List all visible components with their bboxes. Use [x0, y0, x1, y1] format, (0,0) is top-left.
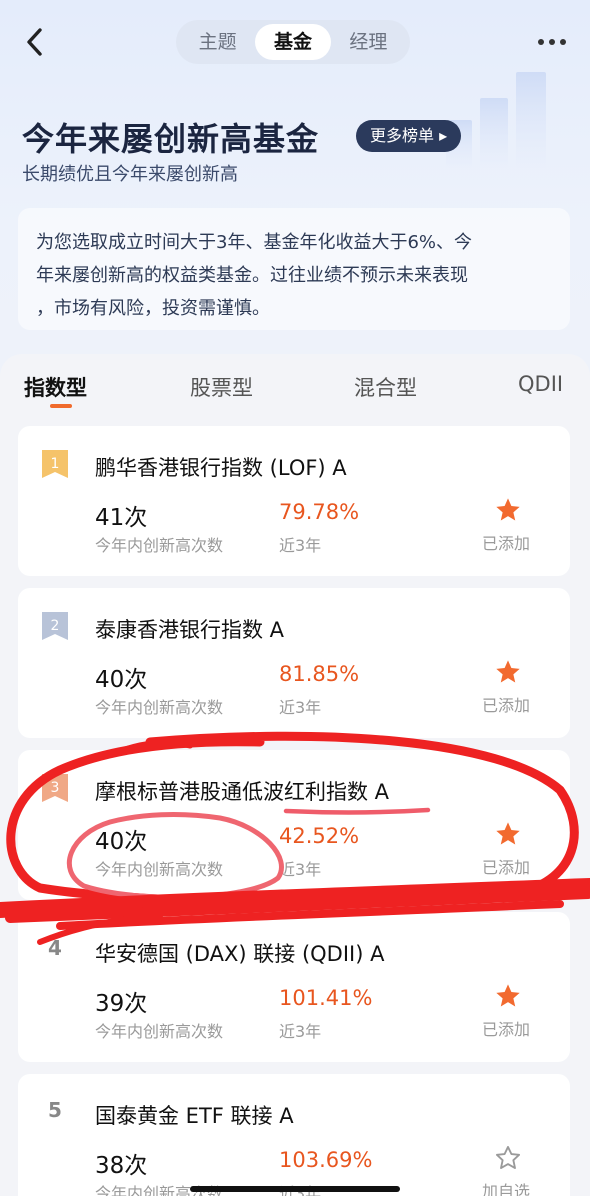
tab-index[interactable]: 指数型	[24, 372, 87, 402]
page-subtitle: 长期绩优且今年来屡创新高	[22, 164, 238, 185]
fund-name: 摩根标普港股通低波红利指数 A	[95, 780, 390, 804]
star-filled-icon[interactable]	[494, 982, 522, 1010]
description-line: 年来屡创新高的权益类基金。过往业绩不预示未来表现	[36, 265, 468, 286]
bar-chart-decoration-icon	[446, 72, 546, 168]
back-icon[interactable]	[20, 26, 52, 58]
page-title: 今年来屡创新高基金	[22, 120, 320, 158]
description-line: 为您选取成立时间大于3年、基金年化收益大于6%、今	[36, 232, 473, 253]
fund-card[interactable]: 5 国泰黄金 ETF 联接 A 38次 今年内创新高次数 103.69% 近3年…	[18, 1074, 570, 1196]
top-segmented-control: 主题 基金 经理	[176, 20, 410, 64]
new-high-count: 39次	[95, 991, 148, 1017]
hero-header: 主题 基金 经理 今年来屡创新高基金 更多榜单 ▸ 长期绩优且今年来屡创新高 为…	[0, 0, 590, 380]
new-high-count: 40次	[95, 829, 148, 855]
star-outline-icon[interactable]	[494, 1144, 522, 1172]
description-box: 为您选取成立时间大于3年、基金年化收益大于6%、今 年来屡创新高的权益类基金。过…	[18, 208, 570, 330]
return-period-label: 近3年	[279, 698, 322, 717]
medal-rank: 1	[51, 456, 60, 472]
silver-medal-icon: 2	[42, 612, 68, 640]
return-value: 101.41%	[279, 986, 373, 1010]
description-line: ，市场有风险，投资需谨慎。	[36, 298, 270, 319]
fund-card[interactable]: 2 泰康香港银行指数 A 40次 今年内创新高次数 81.85% 近3年 已添加	[18, 588, 570, 738]
return-value: 42.52%	[279, 824, 360, 848]
more-dots-icon[interactable]	[538, 32, 572, 52]
return-period-label: 近3年	[279, 536, 322, 555]
star-filled-icon[interactable]	[494, 820, 522, 848]
new-high-count: 40次	[95, 667, 148, 693]
rank-number: 5	[48, 1098, 62, 1122]
medal-rank: 3	[51, 780, 60, 796]
return-value: 103.69%	[279, 1148, 373, 1172]
return-value: 81.85%	[279, 662, 360, 686]
new-high-count-label: 今年内创新高次数	[95, 536, 224, 555]
new-high-count-label: 今年内创新高次数	[95, 698, 224, 717]
watchlist-status[interactable]: 加自选	[482, 1178, 530, 1196]
gold-medal-icon: 1	[42, 450, 68, 478]
tab-mixed[interactable]: 混合型	[354, 372, 417, 402]
more-rankings-button[interactable]: 更多榜单 ▸	[356, 120, 462, 152]
watchlist-status[interactable]: 已添加	[482, 692, 530, 716]
new-high-count-label: 今年内创新高次数	[95, 860, 224, 879]
bronze-medal-icon: 3	[42, 774, 68, 802]
watchlist-status[interactable]: 已添加	[482, 530, 530, 554]
return-period-label: 近3年	[279, 1022, 322, 1041]
home-indicator[interactable]	[190, 1186, 400, 1192]
fund-card[interactable]: 4 华安德国 (DAX) 联接 (QDII) A 39次 今年内创新高次数 10…	[18, 912, 570, 1062]
rank-number: 4	[48, 936, 62, 960]
tab-stock[interactable]: 股票型	[190, 372, 253, 402]
new-high-count-label: 今年内创新高次数	[95, 1022, 224, 1041]
star-filled-icon[interactable]	[494, 658, 522, 686]
new-high-count: 38次	[95, 1153, 148, 1179]
star-filled-icon[interactable]	[494, 496, 522, 524]
tab-fund[interactable]: 基金	[255, 24, 331, 60]
tab-manager[interactable]: 经理	[331, 24, 406, 60]
new-high-count: 41次	[95, 505, 148, 531]
fund-name: 华安德国 (DAX) 联接 (QDII) A	[95, 942, 385, 966]
tab-theme[interactable]: 主题	[180, 24, 255, 60]
fund-name: 鹏华香港银行指数 (LOF) A	[95, 456, 347, 480]
fund-card[interactable]: 3 摩根标普港股通低波红利指数 A 40次 今年内创新高次数 42.52% 近3…	[18, 750, 570, 900]
tab-qdii[interactable]: QDII	[518, 372, 563, 396]
fund-list-sheet: 指数型 股票型 混合型 QDII 1 鹏华香港银行指数 (LOF) A 41次 …	[0, 354, 590, 1196]
return-period-label: 近3年	[279, 860, 322, 879]
return-value: 79.78%	[279, 500, 360, 524]
fund-name: 国泰黄金 ETF 联接 A	[95, 1104, 294, 1128]
watchlist-status[interactable]: 已添加	[482, 854, 530, 878]
fund-name: 泰康香港银行指数 A	[95, 618, 285, 642]
watchlist-status[interactable]: 已添加	[482, 1016, 530, 1040]
active-tab-indicator	[50, 404, 72, 408]
medal-rank: 2	[51, 618, 60, 634]
fund-card[interactable]: 1 鹏华香港银行指数 (LOF) A 41次 今年内创新高次数 79.78% 近…	[18, 426, 570, 576]
category-tabs: 指数型 股票型 混合型 QDII	[0, 354, 590, 416]
